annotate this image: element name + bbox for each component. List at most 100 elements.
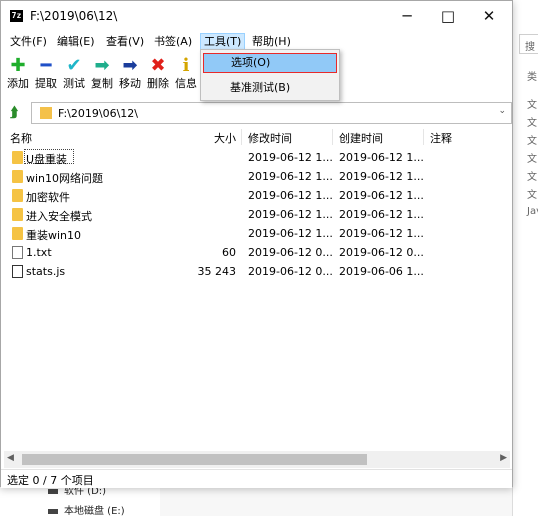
item-created: 2019-06-12 1... [339, 151, 424, 164]
item-created: 2019-06-12 1... [339, 227, 424, 240]
address-bar: ⮭ F:\2019\06\12\ ⌄ [5, 102, 512, 124]
column-modified[interactable]: 修改时间 [248, 130, 292, 146]
background-text: 文 [527, 154, 537, 165]
test-button[interactable]: ✔ 测试 [61, 55, 87, 95]
background-text: 文 [527, 172, 537, 183]
menu-bar: 文件(F) 编辑(E) 查看(V) 书签(A) 工具(T) 帮助(H) [1, 31, 512, 51]
chevron-down-icon[interactable]: ⌄ [498, 106, 506, 116]
info-icon: i [182, 55, 190, 76]
scrollbar-thumb[interactable] [22, 454, 367, 465]
list-header: 名称 大小 修改时间 创建时间 注释 [4, 127, 509, 145]
move-arrow-icon: ➡ [122, 55, 138, 76]
copy-arrow-icon: ➡ [94, 55, 110, 76]
list-item[interactable]: 重装win10 2019-06-12 1... 2019-06-12 1... [4, 224, 509, 243]
copy-label: 复制 [91, 77, 113, 90]
menu-bookmarks[interactable]: 书签(A) [151, 34, 195, 50]
minus-icon: ━ [40, 55, 52, 76]
scroll-right-icon[interactable]: ▶ [500, 453, 507, 463]
list-item[interactable]: U盘重装 2019-06-12 1... 2019-06-12 1... [4, 148, 509, 167]
column-divider[interactable] [423, 129, 424, 145]
status-text: 选定 0 / 7 个项目 [7, 474, 94, 487]
info-button[interactable]: i 信息 [173, 55, 199, 95]
background-text: 文 [527, 118, 537, 129]
folder-icon [12, 227, 23, 240]
delete-label: 删除 [147, 77, 169, 90]
horizontal-scrollbar[interactable]: ◀ ▶ [4, 451, 510, 468]
up-folder-icon[interactable]: ⮭ [10, 105, 26, 121]
column-size[interactable]: 大小 [214, 130, 236, 146]
item-created: 2019-06-06 1... [339, 265, 424, 278]
column-divider[interactable] [332, 129, 333, 145]
menu-help[interactable]: 帮助(H) [249, 34, 294, 50]
status-bar: 选定 0 / 7 个项目 [1, 469, 512, 488]
list-item[interactable]: stats.js 35 243 2019-06-12 0... 2019-06-… [4, 262, 509, 281]
item-modified: 2019-06-12 1... [248, 208, 333, 221]
close-button[interactable]: ✕ [466, 1, 512, 31]
item-created: 2019-06-12 1... [339, 208, 424, 221]
minimize-button[interactable]: ─ [384, 1, 430, 31]
item-name: 进入安全模式 [26, 210, 92, 223]
address-field[interactable]: F:\2019\06\12\ ⌄ [31, 102, 512, 124]
item-name: stats.js [26, 265, 66, 278]
folder-icon [40, 107, 52, 119]
extract-label: 提取 [35, 77, 57, 90]
check-icon: ✔ [66, 55, 82, 76]
item-created: 2019-06-12 0... [339, 246, 424, 259]
folder-icon [12, 151, 23, 164]
background-text: 文 [527, 100, 537, 111]
item-name: 1.txt [26, 246, 52, 259]
tools-dropdown-menu: 选项(O) 基准测试(B) [200, 49, 340, 101]
address-path: F:\2019\06\12\ [58, 107, 138, 120]
delete-button[interactable]: ✖ 删除 [145, 55, 171, 95]
add-label: 添加 [7, 77, 29, 90]
item-name: 加密软件 [26, 191, 70, 204]
drive-icon [48, 508, 58, 514]
background-explorer-right: 搜 类 文 文 文 文 文 文 Jav [512, 0, 538, 516]
title-bar[interactable]: 7z F:\2019\06\12\ ─ □ ✕ [1, 1, 512, 31]
background-panel [160, 488, 512, 516]
item-created: 2019-06-12 1... [339, 170, 424, 183]
column-created[interactable]: 创建时间 [339, 130, 383, 146]
item-modified: 2019-06-12 0... [248, 265, 333, 278]
drive-e[interactable]: 本地磁盘 (E:) [48, 502, 125, 517]
app-icon: 7z [10, 10, 23, 22]
background-column-label: 类 [527, 72, 537, 83]
menu-item-options[interactable]: 选项(O) [203, 53, 337, 73]
file-list[interactable]: 名称 大小 修改时间 创建时间 注释 U盘重装 2019-06-12 1... … [4, 127, 509, 467]
item-modified: 2019-06-12 0... [248, 246, 333, 259]
plus-icon: ✚ [10, 55, 26, 76]
add-button[interactable]: ✚ 添加 [5, 55, 31, 95]
background-text: Jav [527, 206, 538, 217]
background-text: 文 [527, 136, 537, 147]
move-button[interactable]: ➡ 移动 [117, 55, 143, 95]
menu-edit[interactable]: 编辑(E) [54, 34, 98, 50]
item-modified: 2019-06-12 1... [248, 151, 333, 164]
item-modified: 2019-06-12 1... [248, 170, 333, 183]
background-search-label: 搜 [525, 42, 535, 53]
folder-icon [12, 189, 23, 202]
delete-icon: ✖ [150, 55, 166, 76]
text-file-icon [12, 246, 23, 259]
menu-item-benchmark[interactable]: 基准测试(B) [203, 78, 337, 98]
scroll-left-icon[interactable]: ◀ [7, 453, 14, 463]
item-modified: 2019-06-12 1... [248, 189, 333, 202]
column-divider[interactable] [241, 129, 242, 145]
column-comment[interactable]: 注释 [430, 130, 452, 146]
folder-icon [12, 208, 23, 221]
item-size: 35 243 [197, 265, 237, 278]
list-item[interactable]: 进入安全模式 2019-06-12 1... 2019-06-12 1... [4, 205, 509, 224]
script-file-icon [12, 265, 23, 278]
maximize-button[interactable]: □ [425, 1, 471, 31]
column-name[interactable]: 名称 [10, 130, 32, 146]
extract-button[interactable]: ━ 提取 [33, 55, 59, 95]
item-name: 重装win10 [26, 229, 82, 242]
list-item[interactable]: win10网络问题 2019-06-12 1... 2019-06-12 1..… [4, 167, 509, 186]
item-size: 60 [222, 246, 236, 259]
menu-file[interactable]: 文件(F) [7, 34, 50, 50]
menu-view[interactable]: 查看(V) [103, 34, 147, 50]
copy-button[interactable]: ➡ 复制 [89, 55, 115, 95]
list-item[interactable]: 1.txt 60 2019-06-12 0... 2019-06-12 0... [4, 243, 509, 262]
background-text: 文 [527, 190, 537, 201]
item-modified: 2019-06-12 1... [248, 227, 333, 240]
list-item[interactable]: 加密软件 2019-06-12 1... 2019-06-12 1... [4, 186, 509, 205]
